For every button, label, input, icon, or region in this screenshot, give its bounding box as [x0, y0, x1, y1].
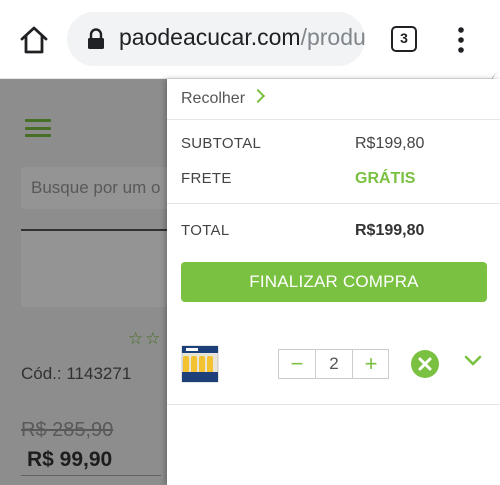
quantity-stepper: − 2 + — [278, 349, 389, 379]
chevron-right-icon — [250, 88, 266, 104]
quantity-value[interactable]: 2 — [316, 350, 352, 378]
lock-icon — [87, 28, 105, 50]
divider — [167, 119, 500, 120]
checkout-button[interactable]: FINALIZAR COMPRA — [181, 262, 487, 302]
shipping-value: GRÁTIS — [355, 170, 416, 187]
home-icon[interactable] — [18, 24, 50, 56]
url-path: /produ — [300, 24, 365, 50]
subtotal-label: SUBTOTAL — [181, 135, 262, 152]
url-domain: paodeacucar.com — [119, 24, 301, 50]
url-text: paodeacucar.com/produ — [119, 24, 365, 51]
cart-panel: Recolher SUBTOTAL R$199,80 FRETE GRÁTIS … — [167, 79, 500, 485]
total-label: TOTAL — [181, 222, 230, 239]
divider — [167, 404, 500, 405]
increase-quantity-button[interactable]: + — [352, 350, 389, 378]
chevron-down-icon[interactable] — [464, 354, 482, 368]
tab-switcher-button[interactable]: 3 — [391, 26, 417, 52]
total-value: R$199,80 — [355, 222, 425, 239]
remove-item-icon[interactable] — [411, 350, 439, 378]
subtotal-value: R$199,80 — [355, 135, 425, 152]
collapse-button[interactable]: Recolher — [181, 88, 266, 108]
address-bar[interactable]: paodeacucar.com/produ — [67, 12, 365, 66]
product-thumbnail — [180, 342, 222, 384]
decrease-quantity-button[interactable]: − — [279, 350, 316, 378]
more-vert-icon[interactable] — [454, 26, 468, 54]
collapse-label: Recolher — [181, 90, 246, 107]
divider — [167, 203, 500, 204]
browser-toolbar: paodeacucar.com/produ 3 — [0, 0, 500, 79]
shipping-label: FRETE — [181, 170, 232, 187]
